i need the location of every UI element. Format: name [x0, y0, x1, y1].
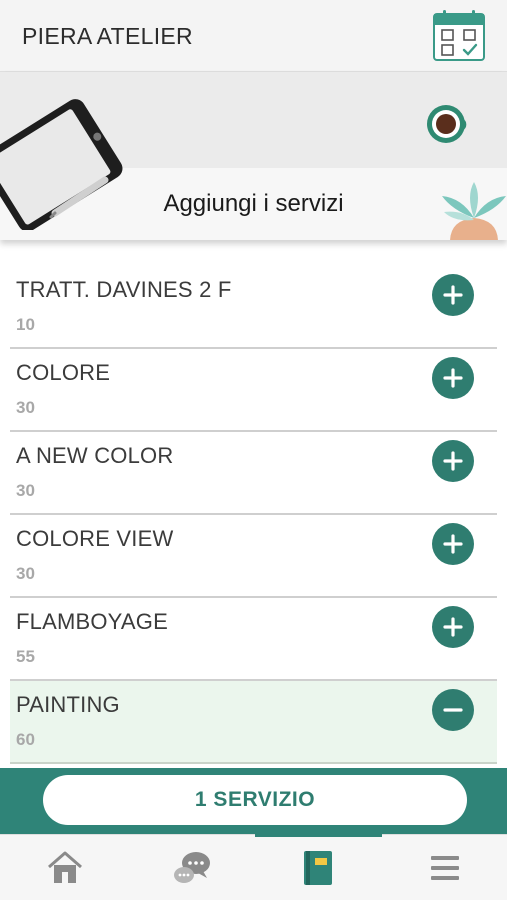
- service-duration: 60: [16, 730, 35, 749]
- selection-bar: 1 SERVIZIO: [0, 768, 507, 834]
- active-tab-indicator: [255, 833, 382, 837]
- plus-circle-icon[interactable]: [432, 440, 474, 482]
- service-name: FLAMBOYAGE: [16, 609, 168, 634]
- menu-icon[interactable]: [425, 849, 465, 887]
- plus-circle-icon[interactable]: [432, 357, 474, 399]
- plus-circle-icon[interactable]: [432, 606, 474, 648]
- service-name: COLORE VIEW: [16, 526, 174, 551]
- service-row[interactable]: A NEW COLOR 30: [10, 432, 497, 515]
- service-name: COLORE: [16, 360, 111, 385]
- app-header: PIERA ATELIER: [0, 0, 507, 72]
- tab-bar: [0, 833, 507, 900]
- plus-circle-icon[interactable]: [432, 274, 474, 316]
- service-name: PAINTING: [16, 692, 120, 717]
- minus-circle-icon[interactable]: [432, 689, 474, 731]
- booklet-icon[interactable]: [298, 849, 338, 887]
- service-duration: 30: [16, 481, 35, 500]
- services-banner: Aggiungi i servizi: [0, 72, 507, 240]
- service-duration: 10: [16, 315, 35, 334]
- service-row[interactable]: FLAMBOYAGE 55: [10, 598, 497, 681]
- service-row[interactable]: COLORE VIEW 30: [10, 515, 497, 598]
- service-duration: 30: [16, 564, 35, 583]
- chat-icon[interactable]: [172, 849, 212, 887]
- service-row[interactable]: COLORE 30: [10, 349, 497, 432]
- service-row[interactable]: TRATT. DAVINES 2 F 10: [10, 266, 497, 349]
- services-list: TRATT. DAVINES 2 F 10 COLORE 30 A NEW CO…: [0, 266, 507, 764]
- app-title: PIERA ATELIER: [22, 23, 193, 49]
- service-name: TRATT. DAVINES 2 F: [16, 277, 232, 302]
- service-duration: 30: [16, 398, 35, 417]
- coffee-cup-illustration: [422, 102, 470, 146]
- plus-circle-icon[interactable]: [432, 523, 474, 565]
- service-duration: 55: [16, 647, 35, 666]
- page-title: Aggiungi i servizi: [163, 190, 344, 217]
- selected-services-button[interactable]: 1 SERVIZIO: [43, 775, 467, 825]
- service-row-selected[interactable]: PAINTING 60: [10, 681, 497, 764]
- home-icon[interactable]: [45, 849, 85, 887]
- calendar-check-icon[interactable]: [430, 8, 488, 64]
- service-name: A NEW COLOR: [16, 443, 174, 468]
